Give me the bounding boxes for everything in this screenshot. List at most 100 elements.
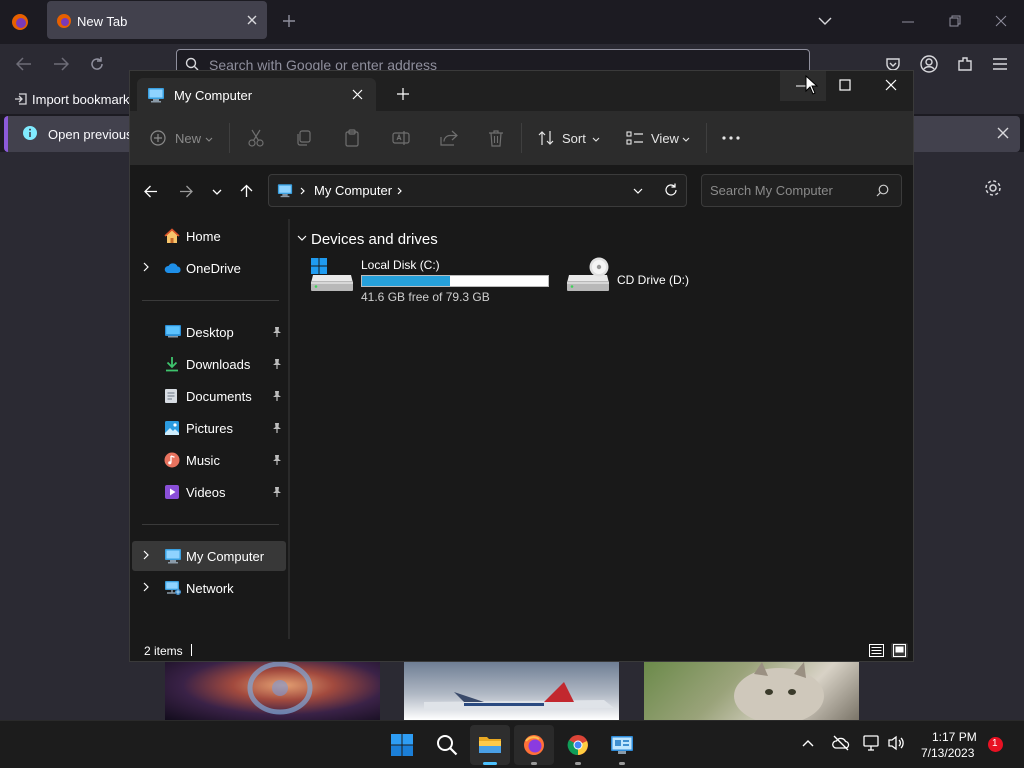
group-collapse-chevron-icon[interactable] <box>297 235 307 241</box>
nav-item-pictures[interactable]: Pictures <box>132 413 286 443</box>
back-arrow-icon[interactable] <box>144 185 158 198</box>
firefox-menu-icon[interactable] <box>10 12 30 32</box>
firefox-account-icon[interactable] <box>920 55 938 73</box>
firefox-extensions-icon[interactable] <box>956 55 974 73</box>
breadcrumb-my-computer[interactable]: My Computer <box>314 183 392 198</box>
group-header-devices-and-drives: Devices and drives <box>311 231 438 248</box>
network-icon <box>164 580 182 596</box>
computer-icon <box>147 87 165 103</box>
pin-icon[interactable] <box>272 486 282 498</box>
topsite-thumbnail-nebula[interactable] <box>165 662 380 720</box>
taskbar-firefox[interactable] <box>514 725 554 765</box>
explorer-maximize-icon[interactable] <box>839 79 851 91</box>
nav-item-network[interactable]: Network <box>132 573 286 603</box>
topsite-thumbnail-airplane[interactable] <box>404 662 619 720</box>
expand-chevron-icon[interactable] <box>143 550 149 560</box>
page-settings-gear-icon[interactable] <box>984 179 1002 197</box>
address-history-chevron-icon[interactable] <box>633 188 643 194</box>
rename-icon[interactable] <box>392 130 410 146</box>
breadcrumb-separator-icon[interactable] <box>397 187 402 195</box>
explorer-minimize-button[interactable] <box>780 71 826 101</box>
navigation-pane: Home OneDrive Desktop Downloads Document… <box>130 219 289 639</box>
up-arrow-icon[interactable] <box>240 184 253 198</box>
pin-icon[interactable] <box>272 454 282 466</box>
firefox-url-search-icon <box>185 57 199 71</box>
share-icon[interactable] <box>440 129 458 147</box>
taskbar-control-panel[interactable] <box>602 725 642 765</box>
running-app-indicator <box>531 762 537 765</box>
taskbar-chrome[interactable] <box>558 725 598 765</box>
nav-item-home[interactable]: Home <box>132 221 286 251</box>
refresh-icon[interactable] <box>664 183 678 197</box>
view-button[interactable]: View <box>620 125 692 151</box>
pin-icon[interactable] <box>272 326 282 338</box>
pin-icon[interactable] <box>272 358 282 370</box>
address-bar[interactable]: My Computer <box>268 174 687 207</box>
onedrive-offline-tray-icon[interactable] <box>832 735 850 751</box>
nav-item-onedrive[interactable]: OneDrive <box>132 253 286 283</box>
nav-item-documents[interactable]: Documents <box>132 381 286 411</box>
volume-tray-icon[interactable] <box>887 735 905 751</box>
nav-item-label: OneDrive <box>186 261 241 276</box>
firefox-hamburger-menu-icon[interactable] <box>992 57 1008 71</box>
recent-locations-chevron-icon[interactable] <box>212 189 222 195</box>
paste-icon[interactable] <box>344 129 360 147</box>
firefox-tab-new-tab[interactable]: New Tab <box>47 1 267 39</box>
cut-icon[interactable] <box>248 129 264 147</box>
nav-item-downloads[interactable]: Downloads <box>132 349 286 379</box>
firefox-back-icon[interactable] <box>16 57 32 71</box>
nav-item-label: Home <box>186 229 221 244</box>
running-app-indicator <box>575 762 581 765</box>
topsite-thumbnail-cat[interactable] <box>644 662 859 720</box>
details-view-icon[interactable] <box>869 644 884 657</box>
copy-icon[interactable] <box>296 130 312 146</box>
more-options-icon[interactable] <box>722 136 740 140</box>
explorer-new-tab-icon[interactable] <box>397 88 409 100</box>
notification-close-icon[interactable] <box>997 127 1009 139</box>
drive-item-cd-drive-d[interactable]: CD Drive (D:) <box>564 255 724 305</box>
file-explorer-folder-icon <box>478 734 502 754</box>
breadcrumb-separator-icon[interactable] <box>300 187 305 195</box>
nav-item-desktop[interactable]: Desktop <box>132 317 286 347</box>
forward-arrow-icon[interactable] <box>179 185 193 198</box>
sort-button[interactable]: Sort <box>532 125 602 151</box>
search-box[interactable]: Search My Computer <box>701 174 902 207</box>
import-bookmarks-link[interactable]: Import bookmarks <box>32 92 136 107</box>
firefox-new-tab-icon[interactable] <box>282 14 296 28</box>
clock-button[interactable]: 1:17 PM 7/13/2023 <box>914 725 984 765</box>
pin-icon[interactable] <box>272 390 282 402</box>
explorer-tab-my-computer[interactable]: My Computer <box>137 78 376 111</box>
pin-icon[interactable] <box>272 422 282 434</box>
firefox-tab-close-icon[interactable] <box>246 14 258 26</box>
explorer-tab-close-icon[interactable] <box>352 89 363 100</box>
nav-item-videos[interactable]: Videos <box>132 477 286 507</box>
chrome-icon <box>567 734 589 756</box>
explorer-close-icon[interactable] <box>885 79 897 91</box>
firefox-minimize-icon[interactable] <box>902 21 914 23</box>
new-button[interactable]: New <box>144 125 216 151</box>
delete-icon[interactable] <box>488 129 504 147</box>
nav-item-label: Downloads <box>186 357 251 372</box>
nav-item-music[interactable]: Music <box>132 445 286 475</box>
taskbar-file-explorer[interactable] <box>470 725 510 765</box>
firefox-restore-icon[interactable] <box>949 15 961 27</box>
notification-badge[interactable]: 1 <box>988 737 1003 752</box>
drive-item-local-disk-c[interactable]: Local Disk (C:) 41.6 GB free of 79.3 GB <box>308 255 556 305</box>
expand-chevron-icon[interactable] <box>143 262 149 272</box>
firefox-reload-icon[interactable] <box>89 56 105 72</box>
desktop-icon <box>164 324 182 338</box>
toolbar-divider <box>706 123 707 153</box>
taskbar-search-button[interactable] <box>427 725 467 765</box>
firefox-icon <box>523 734 545 756</box>
expand-chevron-icon[interactable] <box>143 582 149 592</box>
firefox-forward-icon[interactable] <box>53 57 69 71</box>
network-tray-icon[interactable] <box>863 735 881 751</box>
new-dropdown-chevron-icon <box>205 137 213 142</box>
show-hidden-icons-chevron-icon[interactable] <box>802 739 814 747</box>
large-icons-view-button[interactable] <box>891 643 908 658</box>
firefox-list-tabs-icon[interactable] <box>818 16 832 26</box>
downloads-icon <box>164 356 180 372</box>
start-button[interactable] <box>382 725 422 765</box>
nav-item-my-computer[interactable]: My Computer <box>132 541 286 571</box>
firefox-close-icon[interactable] <box>995 15 1007 27</box>
